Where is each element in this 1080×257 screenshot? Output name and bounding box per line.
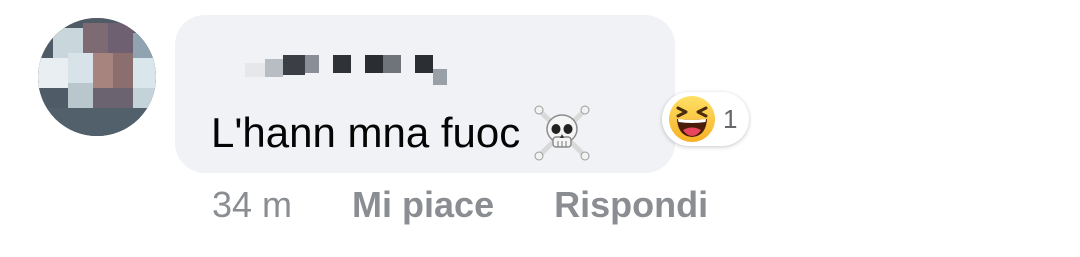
comment-bubble: L'hann mna fuoc (175, 15, 675, 173)
author-name-redacted[interactable] (245, 55, 447, 91)
skull-and-crossbones-icon (534, 105, 590, 161)
reaction-count: 1 (723, 103, 738, 134)
reply-button[interactable]: Rispondi (554, 184, 708, 226)
comment: L'hann mna fuoc 1 34 m Mi piace Rispondi (0, 0, 1080, 257)
comment-text: L'hann mna fuoc (211, 103, 592, 163)
comment-text-content: L'hann mna fuoc (211, 109, 521, 156)
comment-timestamp[interactable]: 34 m (212, 184, 292, 226)
laughing-face-icon (669, 96, 715, 142)
reaction-badge[interactable]: 1 (662, 92, 750, 146)
avatar[interactable] (38, 18, 156, 136)
comment-actions: 34 m Mi piace Rispondi (212, 184, 708, 226)
like-button[interactable]: Mi piace (352, 184, 494, 226)
